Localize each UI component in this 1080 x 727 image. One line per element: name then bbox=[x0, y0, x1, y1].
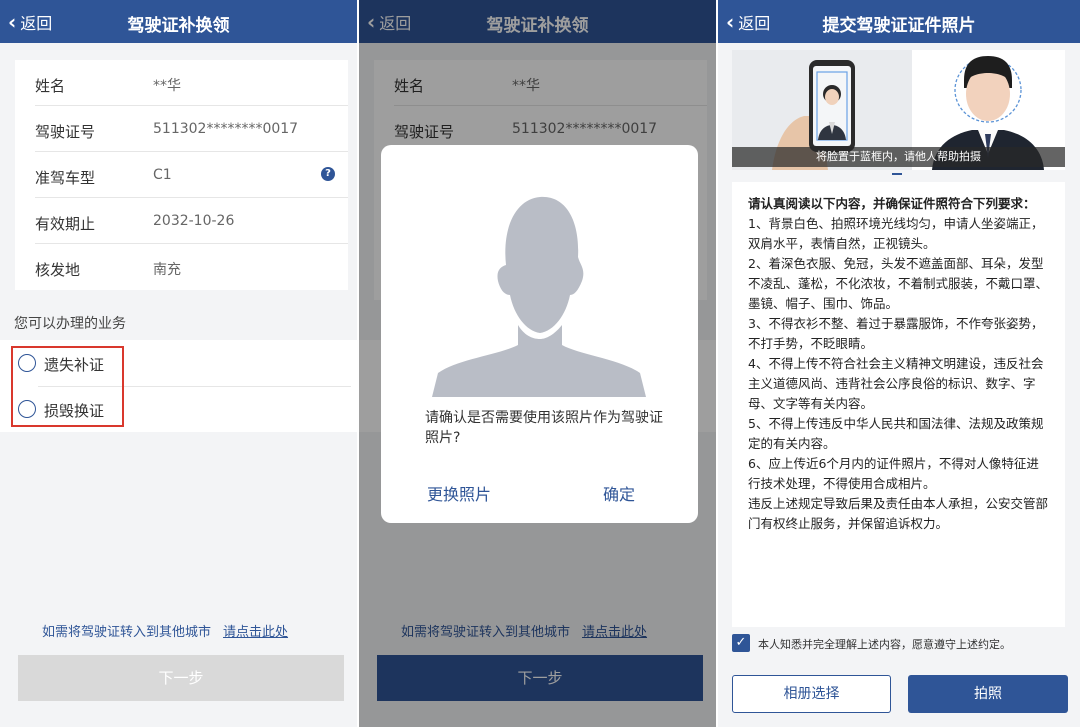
next-button[interactable]: 下一步 bbox=[18, 655, 344, 701]
requirement-item: 4、不得上传不符合社会主义精神文明建设，违反社会主义道德风尚、违背社会公序良俗的… bbox=[748, 356, 1044, 411]
info-row-issuer: 核发地 南充 bbox=[35, 244, 348, 290]
photo-example-banner: 将脸置于蓝框内，请他人帮助拍摄 bbox=[732, 50, 1065, 170]
info-row-vehicle-class: 准驾车型 C1 ? bbox=[35, 152, 348, 198]
panel-submit-photo: ‹ 返回 提交驾驶证证件照片 将脸置于蓝框内，请他人帮助拍摄 请认真阅读以下内容… bbox=[718, 0, 1080, 727]
take-photo-button[interactable]: 拍照 bbox=[908, 675, 1068, 713]
confirm-button[interactable]: 确定 bbox=[603, 481, 635, 505]
nav-bar: ‹ 返回 驾驶证补换领 bbox=[0, 0, 357, 43]
confirm-dialog: 请确认是否需要使用该照片作为驾驶证照片? 更换照片 确定 bbox=[381, 145, 698, 523]
info-label: 核发地 bbox=[35, 261, 81, 279]
info-label: 准驾车型 bbox=[35, 169, 96, 187]
highlight-box bbox=[11, 346, 124, 427]
carousel-indicator bbox=[892, 173, 902, 175]
requirement-item: 2、着深色衣服、免冠，头发不遮盖面部、耳朵，发型不凌乱、蓬松，不化浓妆，不着制式… bbox=[748, 256, 1049, 311]
album-select-button[interactable]: 相册选择 bbox=[732, 675, 891, 713]
section-title: 您可以办理的业务 bbox=[14, 316, 126, 332]
requirements-panel: 请认真阅读以下内容，并确保证件照符合下列要求： 1、背景白色、拍照环境光线均匀，… bbox=[732, 182, 1065, 627]
info-label: 有效期止 bbox=[35, 215, 96, 233]
person-silhouette-icon bbox=[428, 187, 650, 397]
license-info-card: 姓名 **华 驾驶证号 511302********0017 准驾车型 C1 ?… bbox=[15, 60, 348, 290]
question-mark-icon[interactable]: ? bbox=[321, 167, 335, 181]
agreement-row: ✓ 本人知悉并完全理解上述内容，愿意遵守上述约定。 bbox=[732, 634, 1072, 654]
transfer-text: 如需将驾驶证转入到其他城市 bbox=[42, 625, 212, 640]
info-row-license-no: 驾驶证号 511302********0017 bbox=[35, 106, 348, 152]
panel-replace-license: ‹ 返回 驾驶证补换领 姓名 **华 驾驶证号 511302********00… bbox=[0, 0, 357, 727]
requirement-item: 3、不得衣衫不整、着过于暴露服饰，不作夸张姿势，不打手势，不眨眼睛。 bbox=[748, 316, 1044, 351]
requirement-item: 6、应上传近6个月内的证件照片，不得对人像特征进行技术处理，不得使用合成相片。 bbox=[748, 456, 1039, 491]
agreement-text: 本人知悉并完全理解上述内容，愿意遵守上述约定。 bbox=[758, 638, 1011, 651]
transfer-hint: 如需将驾驶证转入到其他城市 请点击此处 bbox=[42, 621, 288, 640]
info-row-name: 姓名 **华 bbox=[35, 60, 348, 106]
page-title: 驾驶证补换领 bbox=[127, 16, 230, 36]
requirement-item: 1、背景白色、拍照环境光线均匀，申请人坐姿端正，双肩水平，表情自然，正视镜头。 bbox=[748, 216, 1044, 251]
page-title: 提交驾驶证证件照片 bbox=[822, 16, 976, 36]
requirement-footer: 违反上述规定导致后果及责任由本人承担，公安交管部门有权终止服务，并保留追诉权力。 bbox=[748, 496, 1049, 531]
info-value: 511302********0017 bbox=[153, 121, 299, 137]
photo-caption: 将脸置于蓝框内，请他人帮助拍摄 bbox=[732, 147, 1065, 167]
info-value: **华 bbox=[153, 78, 181, 94]
checkbox-checked-icon[interactable]: ✓ bbox=[732, 634, 750, 652]
info-row-expiry: 有效期止 2032-10-26 bbox=[35, 198, 348, 244]
info-value: 南充 bbox=[153, 262, 181, 278]
dialog-message: 请确认是否需要使用该照片作为驾驶证照片? bbox=[425, 410, 663, 446]
info-value: 2032-10-26 bbox=[153, 213, 235, 229]
info-label: 驾驶证号 bbox=[35, 123, 96, 141]
info-label: 姓名 bbox=[35, 77, 66, 95]
dialog-buttons: 更换照片 确定 bbox=[381, 473, 698, 523]
transfer-link[interactable]: 请点击此处 bbox=[223, 625, 288, 640]
info-value: C1 bbox=[153, 167, 172, 183]
panel-confirm-photo: ‹ 返回 驾驶证补换领 姓名 **华 驾驶证号 511302********00… bbox=[359, 0, 716, 727]
requirements-heading: 请认真阅读以下内容，并确保证件照符合下列要求： bbox=[748, 196, 1036, 211]
requirement-item: 5、不得上传违反中华人民共和国法律、法规及政策规定的有关内容。 bbox=[748, 416, 1044, 451]
change-photo-button[interactable]: 更换照片 bbox=[427, 481, 491, 505]
nav-bar: ‹ 返回 提交驾驶证证件照片 bbox=[718, 0, 1080, 43]
